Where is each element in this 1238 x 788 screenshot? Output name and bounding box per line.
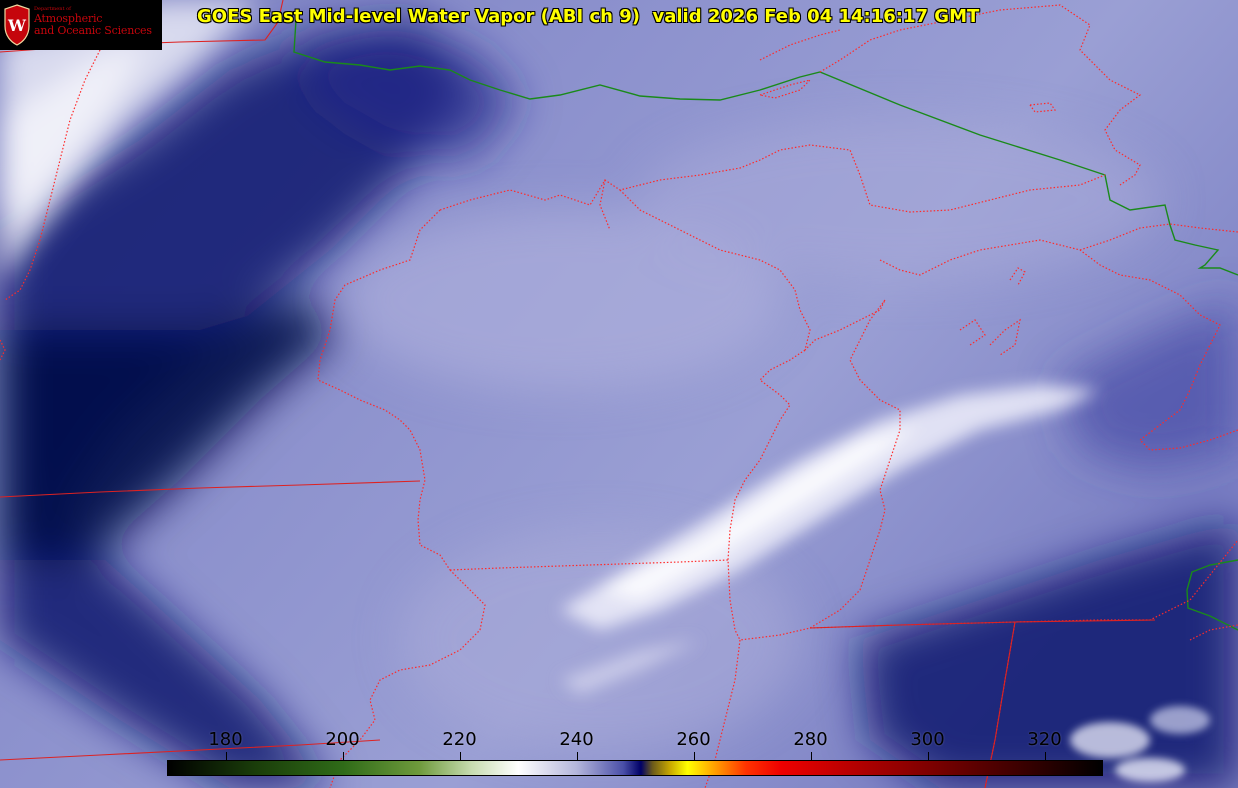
colorbar-tick-mark — [1044, 752, 1046, 760]
colorbar-tick-label: 300 — [910, 729, 945, 750]
logo-text: Department of Atmospheric and Oceanic Sc… — [34, 6, 152, 37]
uw-crest-icon: W — [4, 4, 30, 46]
colorbar-tick-mark — [927, 752, 929, 760]
logo-line2: and Oceanic Sciences — [34, 23, 152, 37]
colorbar-tick-mark — [459, 752, 461, 760]
colorbar-tick-mark — [225, 752, 227, 760]
colorbar-tick-label: 280 — [793, 729, 828, 750]
colorbar — [167, 760, 1103, 776]
image-title: GOES East Mid-level Water Vapor (ABI ch … — [197, 6, 980, 27]
water-vapor-map — [0, 0, 1238, 788]
colorbar-tick-label: 260 — [676, 729, 711, 750]
crest-letter: W — [7, 16, 27, 35]
colorbar-tick-mark — [342, 752, 344, 760]
colorbar-tick-label: 320 — [1027, 729, 1062, 750]
colorbar-tick-label: 220 — [442, 729, 477, 750]
colorbar-tick-mark — [576, 752, 578, 760]
colorbar-tick-label: 240 — [559, 729, 594, 750]
colorbar-tick-mark — [810, 752, 812, 760]
colorbar-tick-label: 200 — [325, 729, 360, 750]
colorbar-tick-mark — [693, 752, 695, 760]
aos-logo[interactable]: W Department of Atmospheric and Oceanic … — [0, 0, 162, 50]
satellite-map-viewport: W Department of Atmospheric and Oceanic … — [0, 0, 1238, 788]
colorbar-tick-label: 180 — [208, 729, 243, 750]
